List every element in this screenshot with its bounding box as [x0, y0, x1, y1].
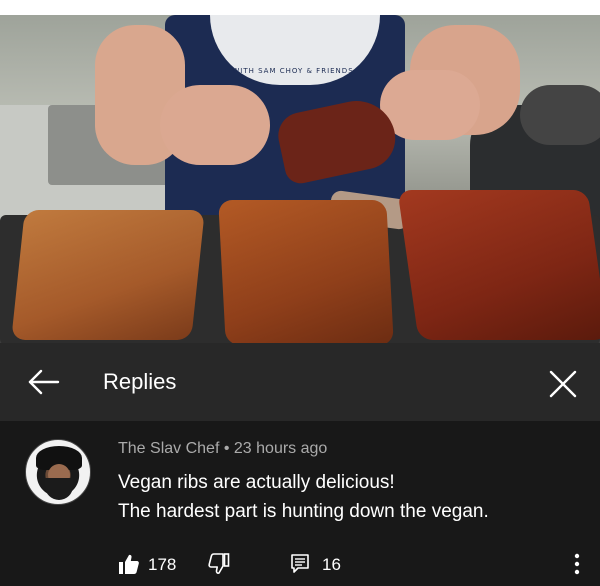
comment-author[interactable]: The Slav Chef	[118, 440, 219, 457]
more-vertical-icon[interactable]	[570, 551, 584, 577]
comment-timestamp: 23 hours ago	[233, 440, 328, 457]
comment-line-1: Vegan ribs are actually delicious!	[118, 472, 395, 493]
rib-rack-right	[397, 190, 600, 340]
chef-left-hand	[160, 85, 270, 165]
avatar[interactable]	[25, 439, 91, 505]
comment-actions: 178 16	[0, 550, 600, 580]
like-count: 178	[148, 555, 177, 574]
reply-count: 16	[322, 555, 341, 574]
rib-rack-middle	[218, 200, 394, 343]
meta-separator: •	[223, 440, 230, 457]
arrow-left-icon[interactable]	[26, 367, 62, 397]
thumbs-up-icon[interactable]	[118, 553, 140, 575]
comment-item: The Slav Chef • 23 hours ago Vegan ribs …	[0, 421, 600, 586]
video-thumbnail[interactable]: WITH SAM CHOY & FRIENDS	[0, 15, 600, 343]
chef-right-hand	[380, 70, 480, 140]
comment-body: Vegan ribs are actually delicious! The h…	[118, 468, 588, 526]
comment-meta: The Slav Chef • 23 hours ago	[118, 440, 327, 458]
thumbs-down-icon[interactable]	[208, 553, 230, 575]
avatar-beard	[45, 478, 73, 500]
comment-line-2: The hardest part is hunting down the veg…	[118, 501, 489, 522]
rib-rack-left	[11, 210, 205, 340]
reply-comment-icon[interactable]	[290, 553, 310, 575]
replies-header: Replies	[0, 343, 600, 421]
close-icon[interactable]	[546, 367, 580, 401]
replies-panel: Replies The Slav Chef • 23 hours ago Veg…	[0, 343, 600, 586]
replies-title: Replies	[103, 369, 177, 394]
shirt-logo-text: WITH SAM CHOY & FRIENDS	[232, 67, 354, 75]
screenshot-frame: WITH SAM CHOY & FRIENDS Replies The Slav…	[0, 0, 600, 586]
grill-lid	[520, 85, 600, 145]
